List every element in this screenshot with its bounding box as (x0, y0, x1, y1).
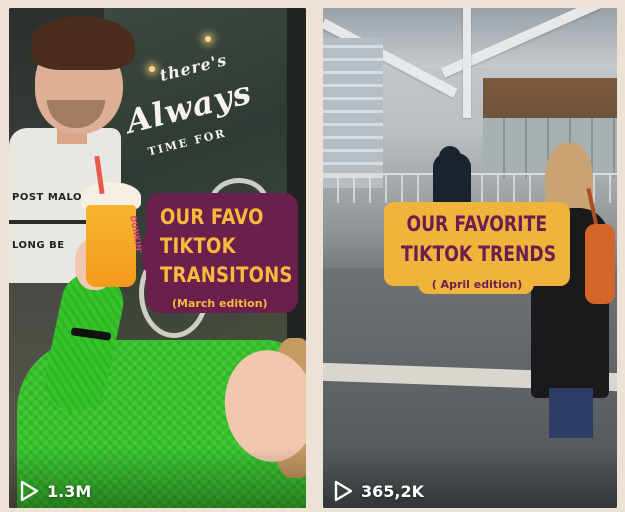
caption-overlay: OUR FAVO TIKTOK TRANSITONS (March editio… (142, 193, 298, 313)
caption-line: TIKTOK TRENDS (384, 244, 570, 265)
caption-line-text: TIKTOK TRENDS (401, 242, 557, 266)
orange-bag (585, 224, 615, 304)
man-hair (31, 16, 135, 70)
shirt-print: LONG BE (12, 240, 65, 251)
lamp-light (205, 36, 211, 42)
view-count: 1.3M (19, 478, 91, 504)
lamp-light (149, 66, 155, 72)
caption-line-text: OUR FAVORITE (406, 212, 548, 236)
caption-line: OUR FAVORITE (384, 214, 570, 235)
caption-overlay: OUR FAVORITE TIKTOK TRENDS ( April editi… (384, 202, 570, 294)
play-icon (20, 480, 39, 502)
caption-line: TRANSITONS (160, 263, 293, 287)
roof-column (463, 8, 471, 118)
play-icon (334, 480, 353, 502)
caption-line: OUR FAVO (160, 205, 264, 229)
view-count: 365,2K (333, 478, 424, 504)
views-count: 365,2K (361, 481, 425, 501)
video-card-1[interactable]: there's Always TIME FOR POST MALONE LONG… (9, 8, 306, 508)
caption-line: TIKTOK (160, 234, 236, 258)
views-count: 1.3M (47, 481, 92, 501)
video-grid: there's Always TIME FOR POST MALONE LONG… (0, 0, 625, 512)
video-card-2[interactable]: OUR FAVORITE TIKTOK TRENDS ( April editi… (323, 8, 617, 508)
building-left (323, 38, 383, 188)
woman-legs (549, 388, 593, 438)
caption-subtitle: (March edition) (172, 297, 268, 310)
caption-subtitle: ( April edition) (431, 278, 523, 291)
